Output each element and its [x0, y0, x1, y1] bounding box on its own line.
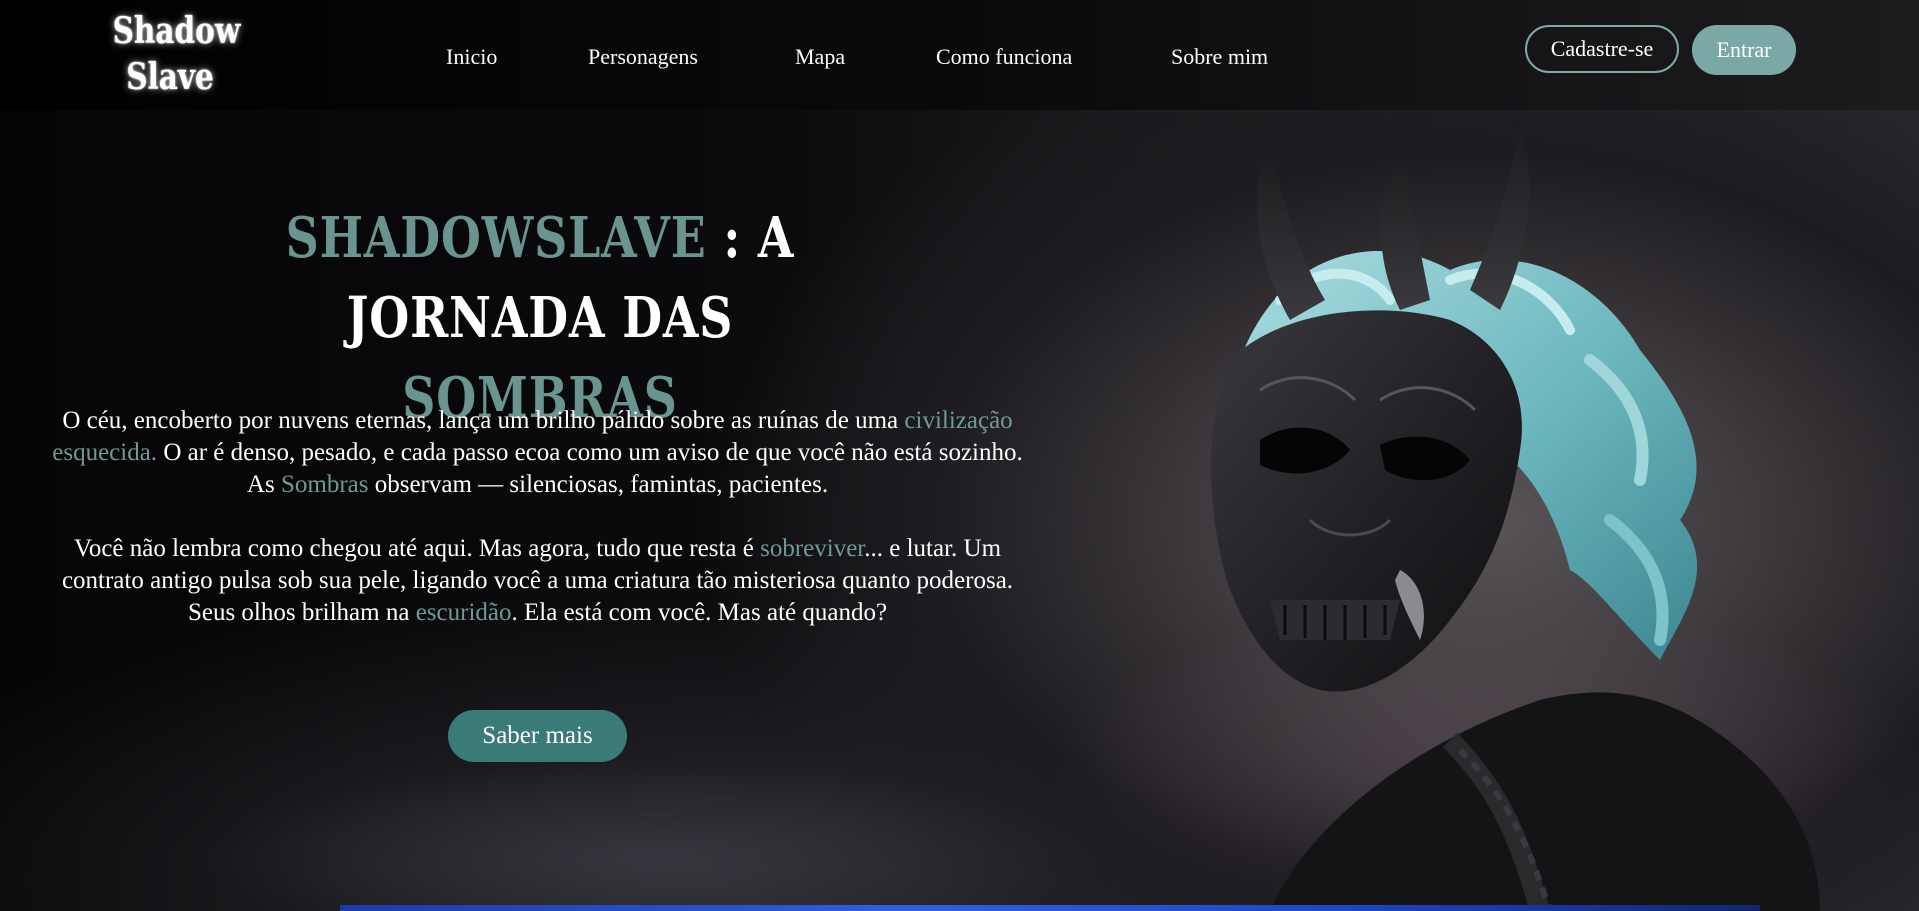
login-button[interactable]: Entrar: [1692, 25, 1796, 75]
hero-title: SHADOWSLAVE : A JORNADA DAS SOMBRAS: [171, 198, 909, 438]
fog-overlay-bottom: [200, 760, 1100, 911]
text-segment: . Ela está com você. Mas até quando?: [511, 599, 888, 626]
text-segment: Você não lembra como chegou até aqui. Ma…: [73, 535, 761, 562]
nav-link-mapa[interactable]: Mapa: [795, 44, 845, 70]
learn-more-button[interactable]: Saber mais: [448, 710, 627, 762]
bottom-color-strip: [340, 905, 1760, 911]
nav-link-inicio[interactable]: Inicio: [446, 44, 497, 70]
highlight-sombras: Sombras: [280, 471, 369, 498]
site-logo[interactable]: Shadow Slave: [112, 8, 241, 100]
nav-link-sobre-mim[interactable]: Sobre mim: [1171, 44, 1268, 70]
top-navbar: Shadow Slave Inicio Personagens Mapa Com…: [0, 0, 1919, 110]
nav-link-como-funciona[interactable]: Como funciona: [936, 44, 1072, 70]
hero-paragraph-1: O céu, encoberto por nuvens eternas, lan…: [50, 405, 1025, 501]
logo-line-2: Slave: [126, 56, 214, 98]
highlight-sobreviver: sobreviver: [760, 535, 865, 562]
hero-title-accent: SHADOWSLAVE: [285, 205, 707, 271]
masked-character-illustration: [1211, 110, 1820, 911]
text-segment: O céu, encoberto por nuvens eternas, lan…: [62, 407, 905, 434]
nav-link-personagens[interactable]: Personagens: [588, 44, 698, 70]
hero-paragraph-2: Você não lembra como chegou até aqui. Ma…: [50, 533, 1025, 629]
logo-line-1: Shadow: [112, 10, 241, 52]
highlight-escuridao: escuridão: [415, 599, 512, 626]
signup-button[interactable]: Cadastre-se: [1525, 25, 1679, 73]
text-segment: observam — silenciosas, famintas, pacien…: [368, 471, 829, 498]
hero-description: O céu, encoberto por nuvens eternas, lan…: [50, 405, 1025, 661]
